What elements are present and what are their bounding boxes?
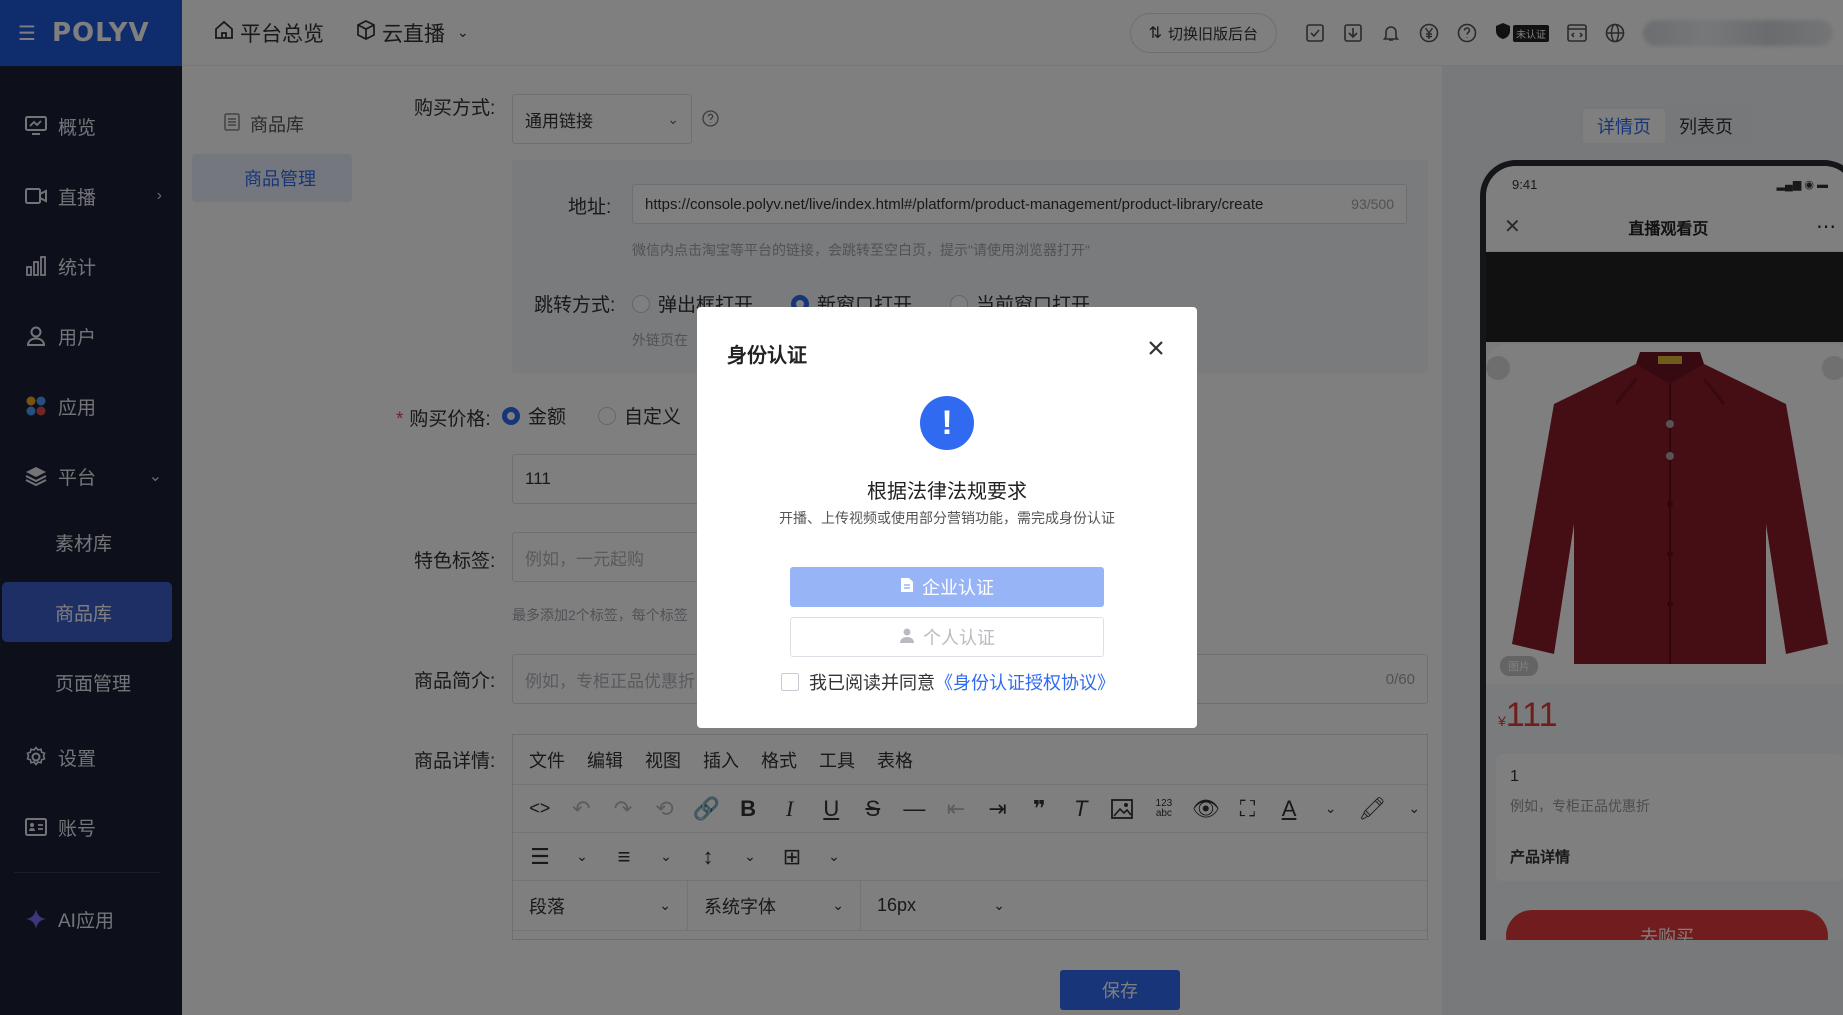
personal-verification-button[interactable]: 个人认证 [790, 617, 1104, 657]
dialog-subtext: 开播、上传视频或使用部分营销功能，需完成身份认证 [779, 510, 1115, 526]
agreement-checkbox[interactable] [781, 673, 799, 691]
close-icon[interactable] [1145, 337, 1167, 359]
person-icon [899, 627, 915, 648]
enterprise-button-label: 企业认证 [922, 578, 994, 598]
personal-button-label: 个人认证 [923, 628, 995, 648]
enterprise-verification-button[interactable]: 企业认证 [790, 567, 1104, 607]
dialog-heading: 根据法律法规要求 [867, 481, 1027, 503]
agreement-link[interactable]: 《身份认证授权协议》 [935, 669, 1115, 695]
agreement-text: 我已阅读并同意 [809, 673, 935, 693]
identity-verification-dialog: 身份认证 ! 根据法律法规要求 开播、上传视频或使用部分营销功能，需完成身份认证… [697, 307, 1197, 728]
exclamation-icon: ! [920, 396, 974, 450]
agreement-row: 我已阅读并同意 《身份认证授权协议》 [781, 669, 1115, 695]
document-icon [900, 577, 914, 598]
dialog-title: 身份认证 [727, 345, 807, 367]
